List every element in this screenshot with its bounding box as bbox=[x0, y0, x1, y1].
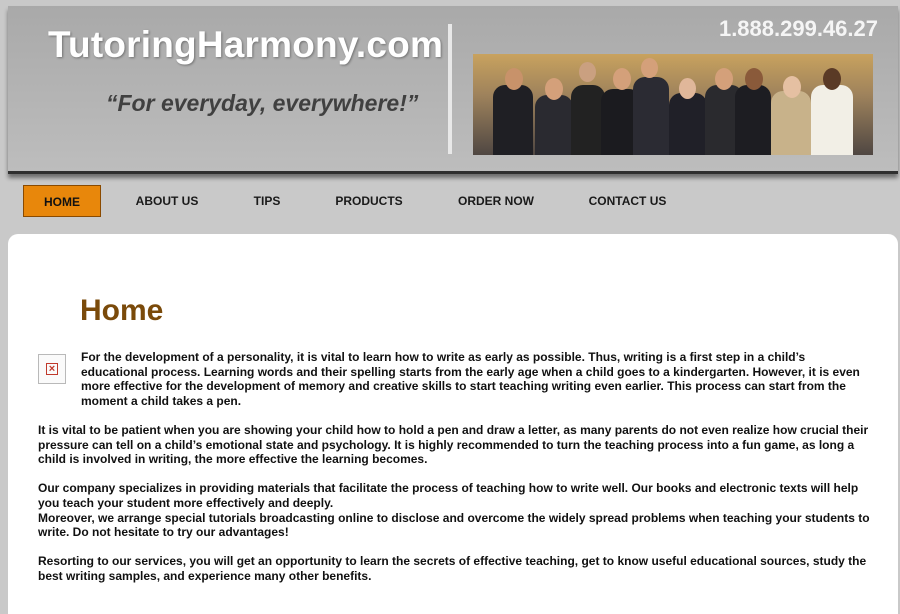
header-divider bbox=[448, 24, 452, 154]
site-logo[interactable]: TutoringHarmony.com bbox=[48, 24, 443, 66]
article-body: For the development of a personality, it… bbox=[38, 350, 873, 598]
page-title: Home bbox=[80, 294, 164, 327]
nav-products[interactable]: PRODUCTS bbox=[328, 185, 410, 217]
site-tagline: “For everyday, everywhere!” bbox=[106, 90, 419, 116]
paragraph: For the development of a personality, it… bbox=[81, 350, 860, 408]
site-header: TutoringHarmony.com “For everyday, every… bbox=[8, 6, 898, 174]
main-nav: HOME ABOUT US TIPS PRODUCTS ORDER NOW CO… bbox=[0, 182, 900, 222]
nav-order-now[interactable]: ORDER NOW bbox=[450, 185, 542, 217]
nav-about-us[interactable]: ABOUT US bbox=[128, 185, 206, 217]
nav-contact-us[interactable]: CONTACT US bbox=[580, 185, 675, 217]
phone-number: 1.888.299.46.27 bbox=[718, 16, 878, 41]
paragraph: Our company specializes in providing mat… bbox=[38, 481, 859, 510]
paragraph: It is vital to be patient when you are s… bbox=[38, 422, 869, 467]
nav-home[interactable]: HOME bbox=[23, 185, 101, 217]
nav-tips[interactable]: TIPS bbox=[242, 185, 292, 217]
paragraph: Moreover, we arrange special tutorials b… bbox=[38, 510, 870, 540]
team-photo bbox=[473, 54, 873, 155]
paragraph: Resorting to our services, you will get … bbox=[38, 554, 867, 583]
main-content: Home × For the development of a personal… bbox=[8, 234, 898, 614]
